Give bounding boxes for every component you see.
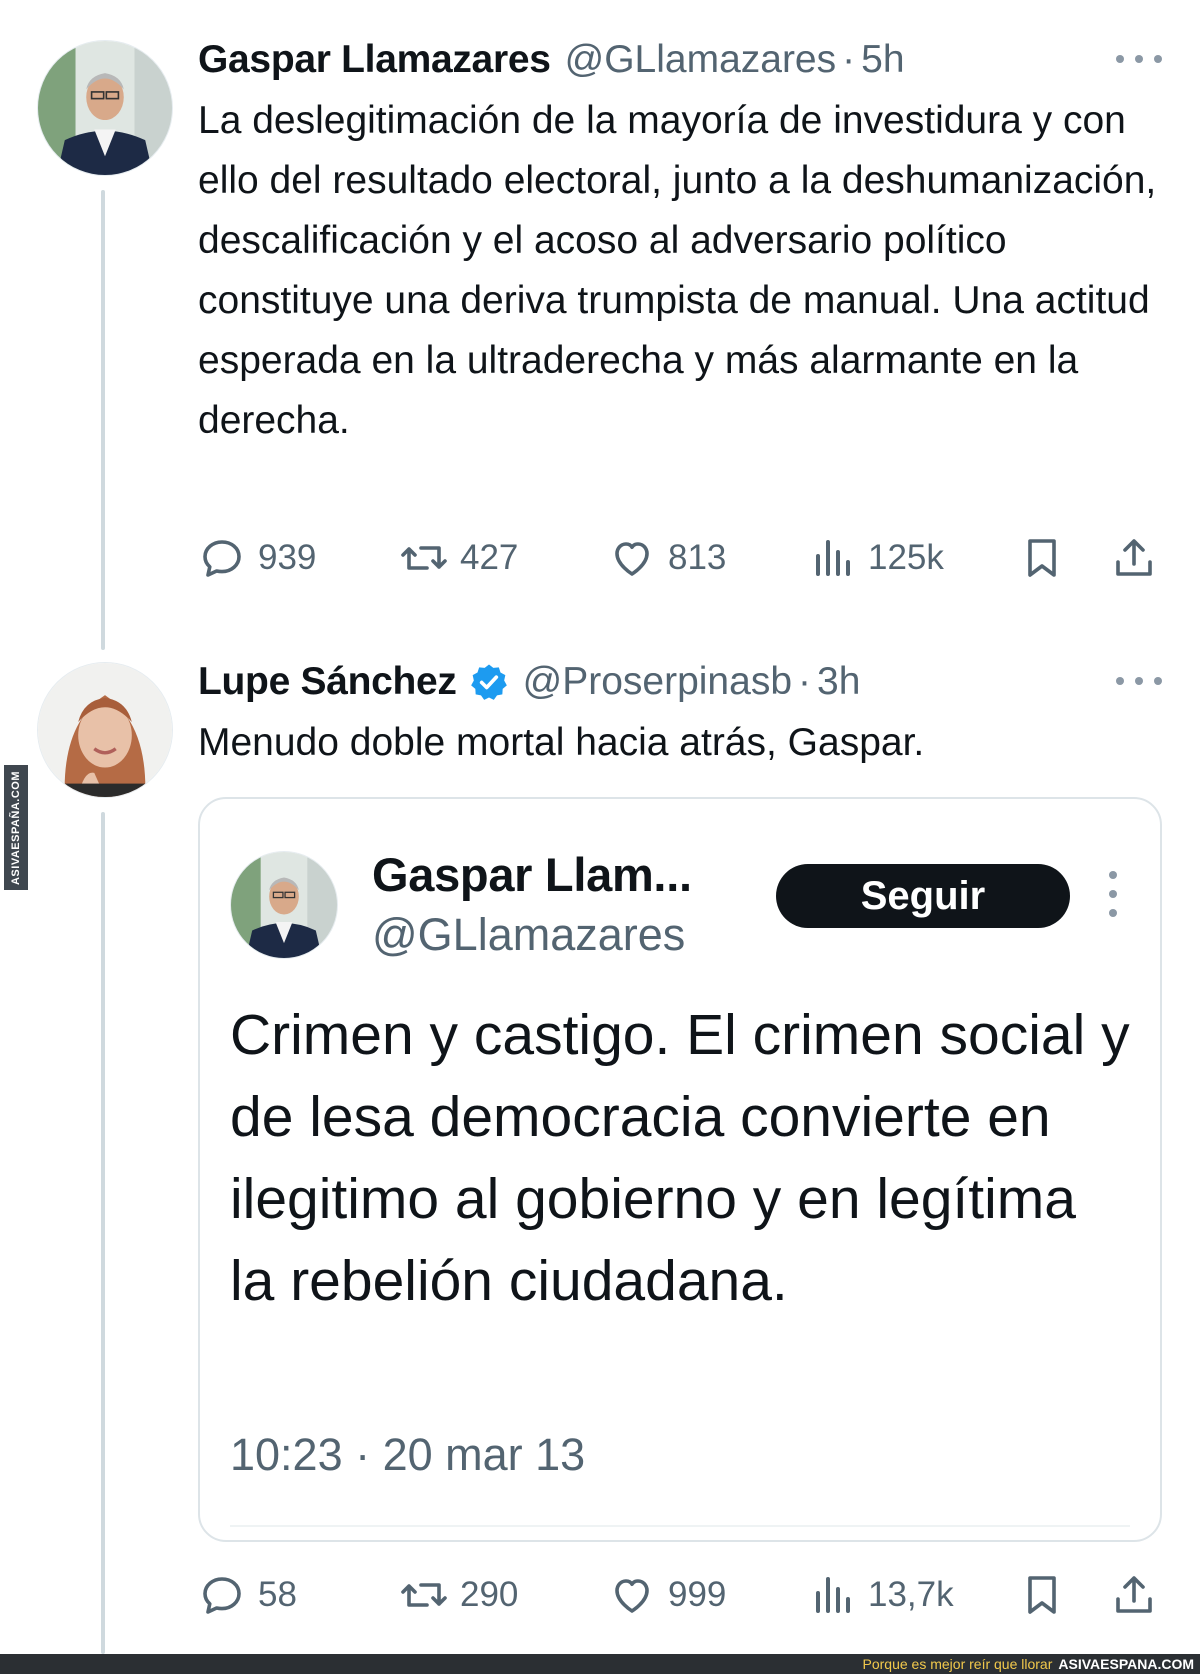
tweet2-author-name[interactable]: Lupe Sánchez [198, 660, 457, 704]
tweet1-like-count: 813 [668, 538, 727, 577]
reply-icon [203, 540, 241, 577]
tweet2-like-count: 999 [668, 1575, 727, 1614]
footer-watermark-bar: Porque es mejor reír que llorar ASIVAESP… [0, 1654, 1200, 1674]
tweet2-views-count: 13,7k [868, 1575, 954, 1614]
bookmark-icon [1028, 1576, 1056, 1614]
tweet2-like-button[interactable]: 999 [608, 1567, 726, 1623]
tweet1-timestamp[interactable]: 5h [861, 38, 904, 82]
tweet1-reply-button[interactable]: 939 [198, 530, 316, 586]
footer-tagline: Porque es mejor reír que llorar [862, 1656, 1053, 1672]
tweet1-header: Gaspar Llamazares @GLlamazares · 5h [198, 34, 905, 86]
tweet1-handle[interactable]: @GLlamazares [565, 38, 837, 82]
tweet2-views-button[interactable]: 13,7k [808, 1567, 954, 1623]
tweet1-more-icon[interactable] [1116, 49, 1162, 69]
avatar-lupe[interactable] [37, 662, 173, 798]
heart-icon [615, 542, 649, 576]
follow-button[interactable]: Seguir [776, 864, 1070, 928]
thread-line-1 [101, 190, 105, 650]
reply-icon [203, 1577, 241, 1614]
share-icon [1116, 1576, 1152, 1613]
quoted-avatar-gaspar[interactable] [230, 851, 338, 959]
tweet1-bookmark-button[interactable] [1018, 530, 1066, 586]
tweet1-views-count: 125k [868, 538, 944, 577]
tweet2-share-button[interactable] [1110, 1567, 1158, 1623]
more-dot [1154, 677, 1162, 685]
share-icon [1116, 539, 1152, 576]
tweet2-reply-button[interactable]: 58 [198, 1567, 297, 1623]
views-icon [816, 540, 850, 576]
side-watermark: ASIVAESPAÑA.COM [4, 765, 28, 890]
more-dot [1109, 871, 1117, 879]
tweet2-retweet-count: 290 [460, 1575, 519, 1614]
tweet1-actions: 939 427 813 125k [198, 530, 1160, 586]
tweet1-author-name[interactable]: Gaspar Llamazares [198, 38, 551, 82]
tweet1-share-button[interactable] [1110, 530, 1158, 586]
tweet2-bookmark-button[interactable] [1018, 1567, 1066, 1623]
more-dot [1109, 890, 1117, 898]
footer-site[interactable]: ASIVAESPANA.COM [1058, 1656, 1194, 1672]
tweet2-text: Menudo doble mortal hacia atrás, Gaspar. [198, 721, 925, 764]
tweet1-retweet-count: 427 [460, 538, 519, 577]
quoted-author-name[interactable]: Gaspar Llam... [372, 847, 692, 902]
retweet-icon [401, 1583, 447, 1607]
tweet1-views-button[interactable]: 125k [808, 530, 944, 586]
more-dot [1135, 677, 1143, 685]
verified-badge-icon [470, 664, 507, 700]
tweet2-more-icon[interactable] [1116, 671, 1162, 691]
retweet-icon [401, 546, 447, 570]
quoted-tweet-date[interactable]: 10:23 · 20 mar 13 [230, 1429, 585, 1481]
tweet1-text: La deslegitimación de la mayoría de inve… [198, 99, 1157, 442]
quoted-handle[interactable]: @GLlamazares [372, 909, 685, 961]
heart-icon [615, 1579, 649, 1613]
more-dot [1116, 677, 1124, 685]
quoted-divider [230, 1525, 1130, 1527]
tweet1-retweet-button[interactable]: 427 [400, 530, 518, 586]
bookmark-icon [1028, 539, 1056, 577]
quoted-more-icon[interactable] [1108, 871, 1118, 917]
tweet2-separator: · [798, 660, 812, 703]
avatar-gaspar[interactable] [37, 40, 173, 176]
side-watermark-text: ASIVAESPAÑA.COM [10, 770, 23, 885]
quoted-tweet-card[interactable]: Gaspar Llam... @GLlamazares Seguir Crime… [198, 797, 1162, 1542]
quoted-tweet-text: Crimen y castigo. El crimen social y de … [230, 1003, 1130, 1313]
more-dot [1154, 55, 1162, 63]
tweet2-handle[interactable]: @Proserpinasb [523, 660, 792, 704]
tweet1-separator: · [842, 38, 856, 81]
tweet1-like-button[interactable]: 813 [608, 530, 726, 586]
views-icon [816, 1577, 850, 1613]
tweet2-header: Lupe Sánchez @Proserpinasb · 3h [198, 656, 860, 708]
tweet2-reply-count: 58 [258, 1575, 297, 1614]
thread-line-2 [101, 812, 105, 1654]
tweet2-actions: 58 290 999 13,7k [198, 1567, 1160, 1623]
more-dot [1116, 55, 1124, 63]
tweet2-timestamp[interactable]: 3h [817, 660, 860, 704]
tweet1-reply-count: 939 [258, 538, 317, 577]
tweet2-retweet-button[interactable]: 290 [400, 1567, 518, 1623]
more-dot [1135, 55, 1143, 63]
more-dot [1109, 909, 1117, 917]
